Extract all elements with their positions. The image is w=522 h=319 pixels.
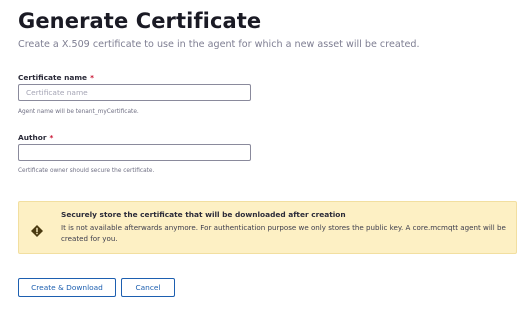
create-download-button[interactable]: Create & Download: [18, 278, 116, 297]
certificate-name-helper: Agent name will be tenant_myCertificate.: [18, 109, 139, 115]
author-input[interactable]: [18, 144, 251, 161]
author-label: Author *: [18, 133, 53, 142]
certificate-name-input[interactable]: [18, 84, 251, 101]
author-label-text: Author: [18, 133, 47, 142]
warning-title: Securely store the certificate that will…: [61, 210, 346, 219]
certificate-name-label: Certificate name *: [18, 73, 94, 82]
required-mark: *: [49, 133, 54, 142]
required-mark: *: [90, 73, 94, 82]
page-subtitle: Create a X.509 certificate to use in the…: [18, 39, 420, 50]
warning-diamond-icon: [31, 222, 43, 237]
author-helper: Certificate owner should secure the cert…: [18, 168, 155, 174]
warning-body: It is not available afterwards anymore. …: [61, 223, 506, 244]
cancel-button[interactable]: Cancel: [121, 278, 175, 297]
page-title: Generate Certificate: [18, 9, 262, 33]
warning-banner: Securely store the certificate that will…: [18, 201, 517, 254]
certificate-name-label-text: Certificate name: [18, 73, 88, 82]
